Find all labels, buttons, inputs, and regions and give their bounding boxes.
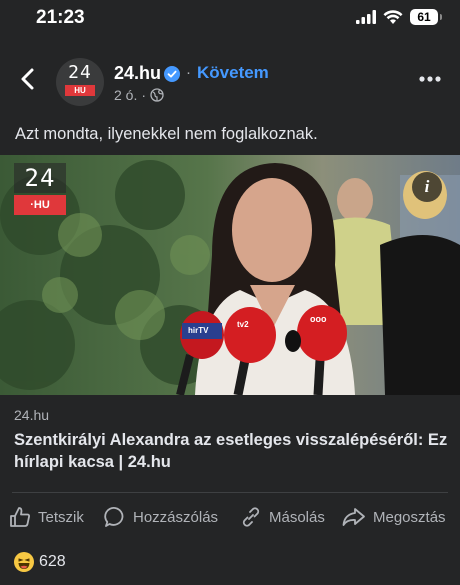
news-photo: hirTV tv2 ooo bbox=[0, 155, 460, 395]
status-time: 21:23 bbox=[36, 7, 85, 28]
copy-button[interactable]: Másolás bbox=[239, 500, 325, 534]
back-button[interactable] bbox=[14, 64, 42, 94]
mic-label-2: tv2 bbox=[237, 320, 249, 329]
share-icon bbox=[342, 508, 365, 526]
chevron-left-icon bbox=[21, 68, 34, 90]
verified-badge-icon bbox=[164, 66, 180, 82]
comment-label: Hozzászólás bbox=[133, 508, 219, 526]
haha-reaction-icon bbox=[14, 552, 34, 572]
more-options-icon[interactable] bbox=[418, 72, 442, 86]
page-name[interactable]: 24.hu bbox=[114, 63, 161, 84]
reactions-summary[interactable]: 628 bbox=[14, 552, 66, 572]
mic-label-3: ooo bbox=[310, 314, 327, 324]
share-label: Megosztás bbox=[373, 508, 446, 526]
comment-icon bbox=[104, 507, 124, 527]
post-header: 24 HU 24.hu · Követem 2 ó. · bbox=[0, 52, 460, 112]
mic-label-1: hirTV bbox=[188, 326, 209, 335]
link-preview[interactable]: 24.hu Szentkirályi Alexandra az esetlege… bbox=[0, 395, 460, 483]
post-meta: 2 ó. · bbox=[114, 87, 164, 103]
avatar-logo-tag: HU bbox=[65, 85, 95, 96]
media-logo-tag: ·HU bbox=[14, 195, 66, 215]
like-button[interactable]: Tetszik bbox=[8, 500, 84, 534]
comment-button[interactable]: Hozzászólás bbox=[103, 500, 218, 534]
wifi-icon bbox=[383, 9, 403, 24]
copy-label: Másolás bbox=[269, 508, 325, 526]
info-button[interactable]: i bbox=[412, 172, 442, 202]
battery-indicator: 61 bbox=[410, 9, 442, 25]
thumbs-up-icon bbox=[10, 507, 30, 527]
divider bbox=[12, 492, 448, 493]
media-logo: 24 ·HU bbox=[14, 163, 66, 215]
page-avatar[interactable]: 24 HU bbox=[56, 58, 104, 106]
like-label: Tetszik bbox=[38, 508, 84, 526]
status-bar: 21:23 61 bbox=[0, 0, 460, 36]
status-icons: 61 bbox=[356, 9, 442, 25]
media-logo-number: 24 bbox=[14, 163, 66, 193]
link-domain: 24.hu bbox=[14, 407, 50, 423]
globe-icon bbox=[150, 88, 164, 102]
reaction-count: 628 bbox=[39, 553, 66, 570]
post-text: Azt mondta, ilyenekkel nem foglalkoznak. bbox=[15, 125, 318, 143]
post-time: 2 ó. bbox=[114, 87, 138, 103]
avatar-logo-number: 24 bbox=[68, 62, 92, 83]
link-title: Szentkirályi Alexandra az esetleges viss… bbox=[14, 431, 448, 471]
share-button[interactable]: Megosztás bbox=[341, 500, 446, 534]
follow-button[interactable]: Követem bbox=[197, 63, 269, 83]
link-icon bbox=[242, 507, 260, 527]
post-image[interactable]: hirTV tv2 ooo 24 ·HU i bbox=[0, 155, 460, 395]
meta-separator: · bbox=[141, 87, 147, 103]
action-bar: Tetszik Hozzászólás Másolás Megosztás bbox=[0, 500, 460, 534]
header-separator: · bbox=[186, 64, 191, 81]
signal-icon bbox=[356, 10, 376, 24]
